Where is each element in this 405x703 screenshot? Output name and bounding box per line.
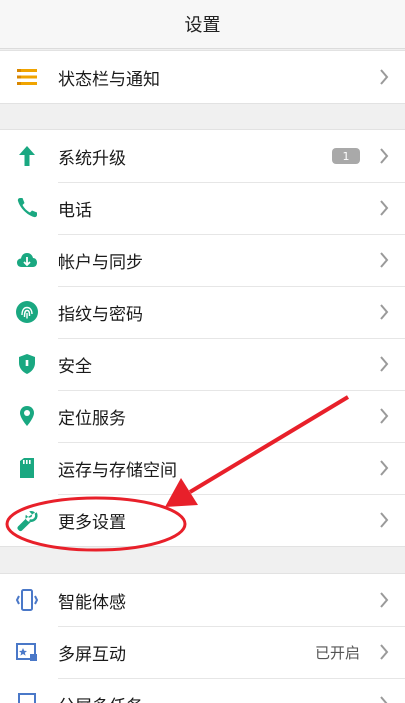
page-title: 设置: [184, 15, 221, 36]
settings-item-security[interactable]: 安全: [0, 338, 405, 390]
chevron-right-icon: [380, 592, 389, 608]
phone-icon: [15, 196, 39, 220]
settings-item-accounts-sync[interactable]: 帐户与同步: [0, 234, 405, 286]
settings-item-label: 运存与存储空间: [58, 460, 177, 481]
fingerprint-icon: [15, 300, 39, 324]
settings-item-phone[interactable]: 电话: [0, 182, 405, 234]
settings-item-label: 电话: [58, 200, 92, 221]
settings-item-split-screen[interactable]: 分屏多任务: [0, 678, 405, 703]
chevron-right-icon: [380, 148, 389, 164]
settings-item-multi-screen[interactable]: 多屏互动 已开启: [0, 626, 405, 678]
chevron-right-icon: [380, 356, 389, 372]
settings-item-label: 安全: [58, 356, 92, 377]
settings-group-notifications: 状态栏与通知: [0, 50, 405, 104]
cloud-sync-icon: [15, 248, 39, 272]
settings-item-label: 系统升级: [58, 148, 126, 169]
settings-item-label: 指纹与密码: [58, 304, 143, 325]
settings-item-label: 帐户与同步: [58, 252, 143, 273]
settings-item-label: 定位服务: [58, 408, 126, 429]
screen-cast-icon: [15, 640, 39, 664]
shield-icon: [15, 352, 39, 376]
settings-item-label: 多屏互动: [58, 644, 126, 665]
settings-item-label: 更多设置: [58, 512, 126, 533]
location-pin-icon: [15, 404, 39, 428]
settings-item-location-services[interactable]: 定位服务: [0, 390, 405, 442]
chevron-right-icon: [380, 408, 389, 424]
settings-group-interaction: 智能体感 多屏互动 已开启 分屏多任务: [0, 573, 405, 703]
settings-item-label: 分屏多任务: [58, 692, 143, 703]
settings-item-label: 智能体感: [58, 592, 126, 613]
settings-item-system-update[interactable]: 系统升级 1: [0, 130, 405, 182]
split-screen-icon: [15, 692, 39, 703]
page-header: 设置: [0, 0, 405, 49]
settings-item-memory-storage[interactable]: 运存与存储空间: [0, 442, 405, 494]
update-count-badge: 1: [332, 148, 360, 164]
sd-card-icon: [15, 456, 39, 480]
list-icon: [15, 65, 39, 89]
arrow-up-icon: [15, 144, 39, 168]
settings-item-more-settings[interactable]: 更多设置: [0, 494, 405, 546]
settings-item-fingerprint-password[interactable]: 指纹与密码: [0, 286, 405, 338]
settings-item-label: 状态栏与通知: [58, 69, 160, 90]
chevron-right-icon: [380, 512, 389, 528]
wrench-icon: [15, 508, 39, 532]
multi-screen-status: 已开启: [314, 643, 360, 662]
chevron-right-icon: [380, 69, 389, 85]
chevron-right-icon: [380, 252, 389, 268]
settings-item-smart-motion[interactable]: 智能体感: [0, 574, 405, 626]
chevron-right-icon: [380, 200, 389, 216]
chevron-right-icon: [380, 460, 389, 476]
chevron-right-icon: [380, 644, 389, 660]
settings-group-system: 系统升级 1 电话 帐户与同步 指纹与密码 安全 定位服务 运存与存储空间 更多…: [0, 129, 405, 547]
settings-item-status-bar-notifications[interactable]: 状态栏与通知: [0, 51, 405, 103]
chevron-right-icon: [380, 304, 389, 320]
chevron-right-icon: [380, 696, 388, 703]
phone-motion-icon: [15, 588, 39, 612]
